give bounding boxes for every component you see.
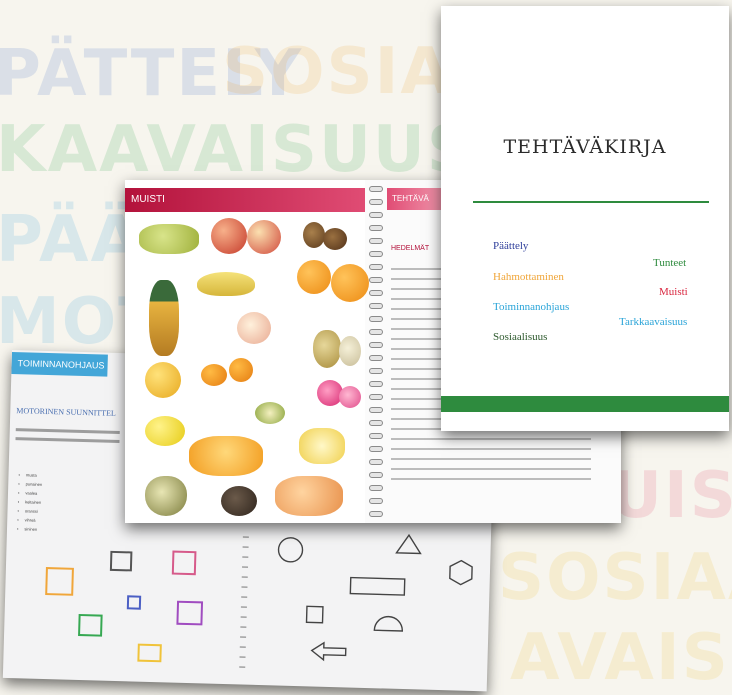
category-muisti: Muisti [659, 286, 688, 298]
task-heading: HEDELMÄT [391, 245, 430, 252]
mandarins-image [201, 364, 227, 386]
outline-shapes [277, 533, 473, 662]
orange-image [331, 264, 369, 302]
triangle-shape [395, 533, 422, 555]
oranges-image [297, 260, 331, 294]
square-shape [45, 567, 74, 596]
category-tarkkaavaisuus: Tarkkaavaisuus [619, 316, 688, 328]
workbook-cover: TEHTÄVÄKIRJA Päättely Tunteet Hahmottami… [441, 6, 729, 431]
square-shape [109, 550, 133, 572]
pear-image [339, 336, 361, 366]
apple-cut-image [237, 312, 271, 344]
square-shape [176, 600, 204, 626]
memory-fruit-page: MUISTI [125, 180, 369, 523]
memory-tab-label: MUISTI [131, 194, 165, 205]
cover-divider [473, 201, 709, 203]
bananas-image [197, 272, 255, 296]
grapefruit-image [145, 362, 181, 398]
apple-image [247, 220, 281, 254]
category-tunteet: Tunteet [653, 257, 687, 269]
circle-shape [277, 537, 304, 563]
square-small-shape [305, 605, 324, 624]
square-shape [137, 643, 162, 663]
orange-slices-image [189, 436, 263, 476]
cover-footer-bar [441, 396, 729, 412]
apples-image [211, 218, 247, 254]
category-toiminnanohjaus: Toiminnanohjaus [493, 301, 570, 313]
avocado-image [221, 486, 257, 516]
bg-word-avaisuu: AVAISUU [510, 621, 732, 695]
pears-image [313, 330, 341, 368]
planning-heading: MOTORINEN SUUNNITTEL [16, 406, 117, 418]
square-shape [171, 550, 197, 576]
bg-word-sosiaal-2: SOSIAAL [498, 541, 732, 615]
kiwi-slices-image [255, 402, 285, 424]
planning-instruction-lines [15, 428, 120, 449]
category-hahmottaminen: Hahmottaminen [493, 271, 564, 283]
hexagon-shape [449, 559, 473, 586]
grapes-image [139, 224, 199, 254]
planning-tab: TOIMINNANOHJAUS [11, 351, 108, 377]
rectangle-shape [349, 576, 406, 596]
task-tab: TEHTÄVÄ [387, 188, 447, 210]
lemon-image [145, 416, 185, 446]
arrow-shape [310, 641, 347, 662]
pineapple-image [149, 280, 179, 356]
kiwi-image [323, 228, 347, 250]
planning-color-list: musta punainen vaalea keltainen oranssi … [17, 472, 43, 536]
peaches-image [275, 476, 343, 516]
square-shape [78, 613, 103, 637]
cover-title: TEHTÄVÄKIRJA [503, 136, 667, 158]
kiwi-image [303, 222, 325, 248]
category-paattely: Päättely [493, 240, 529, 252]
category-sosiaalisuus: Sosiaalisuus [493, 331, 548, 343]
square-shape [126, 595, 142, 610]
dragonfruit-image [339, 386, 361, 408]
bg-word-uist: UIST [610, 459, 732, 533]
lemon-slices-image [299, 428, 345, 464]
mandarin-image [229, 358, 253, 382]
list-item: sininen [17, 526, 41, 536]
memory-tab: MUISTI [125, 188, 365, 212]
bg-word-paa: PÄÄ [0, 203, 143, 277]
semicircle-shape [373, 615, 404, 632]
pears-image [145, 476, 187, 516]
spiral-binding [369, 186, 383, 517]
spiral-binding [239, 536, 249, 677]
